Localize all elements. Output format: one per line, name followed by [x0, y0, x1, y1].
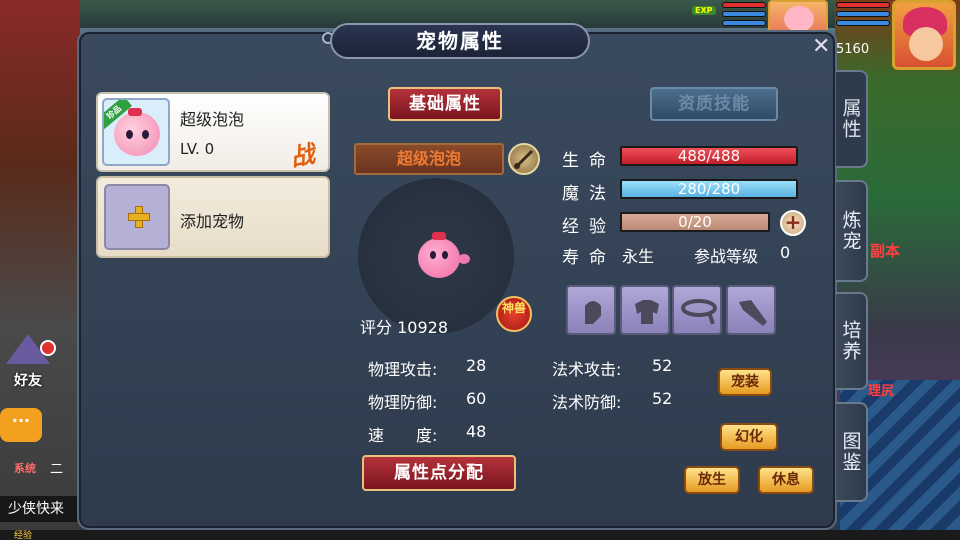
equip-slot-armor[interactable]: [620, 285, 670, 335]
pet-portrait[interactable]: [768, 0, 828, 34]
equip-slot-weapon[interactable]: [726, 285, 776, 335]
battle-status-mark: 战: [287, 139, 318, 173]
phys-def-value: 60: [466, 389, 487, 408]
friend-button[interactable]: 好友: [0, 334, 60, 392]
speed-value: 48: [466, 422, 487, 441]
add-exp-button[interactable]: +: [780, 210, 806, 236]
mag-def-label: 法术防御:: [552, 393, 622, 412]
hero-hp-bar: [836, 2, 890, 8]
rest-button[interactable]: 休息: [758, 466, 814, 494]
pet-score: 评分 10928: [360, 314, 448, 338]
tab-train[interactable]: 培养: [836, 292, 868, 390]
phys-atk-label: 物理攻击:: [368, 360, 438, 379]
close-button[interactable]: ✕: [812, 34, 830, 59]
brush-icon: [514, 149, 534, 169]
chat-bubble-icon[interactable]: ···: [0, 408, 42, 442]
system-tag: 系统: [14, 462, 36, 475]
phys-def-label: 物理防御:: [368, 393, 438, 412]
speed-label: 速 度:: [368, 426, 438, 445]
hero-portrait[interactable]: [892, 0, 956, 70]
exp-tag: EXP: [692, 6, 716, 15]
pet-list-item[interactable]: 珍品 超级泡泡 LV. 0 战: [96, 92, 330, 172]
exp-strip-label: 经验: [14, 531, 33, 540]
divine-beast-badge: 神兽: [496, 296, 532, 332]
pet-hp-bar: [722, 2, 766, 8]
pet-equip-button[interactable]: 宠装: [718, 368, 772, 396]
gold-count: 5160: [836, 42, 870, 57]
armor-icon: [635, 300, 659, 324]
score-value: 10928: [397, 318, 449, 337]
exp-strip: 经验: [0, 530, 960, 540]
tab-refine[interactable]: 炼宠: [836, 180, 868, 282]
release-button[interactable]: 放生: [684, 466, 740, 494]
combat-level-label: 参战等级: [694, 247, 759, 266]
chat-line[interactable]: 少侠快来: [0, 496, 78, 522]
lifespan-label: 寿命: [562, 248, 616, 268]
dialog-title: 宠物属性: [330, 23, 590, 59]
pet-thumbnail: 珍品: [102, 98, 170, 166]
add-pet-slot: [104, 184, 170, 250]
mag-atk-value: 52: [652, 356, 673, 375]
tab-basic-attributes[interactable]: 基础属性: [388, 87, 502, 121]
pet-name-bar: 超级泡泡: [354, 143, 504, 175]
hero-extra-bar: [836, 20, 890, 26]
equip-slot-collar[interactable]: [672, 285, 722, 335]
hp-bar: 488/488: [620, 146, 798, 166]
pet-mp-bar: [722, 11, 766, 17]
pet-extra-bar: [722, 20, 766, 26]
add-pet-label: 添加宠物: [180, 212, 245, 231]
tab-talent-skills[interactable]: 资质技能: [650, 87, 778, 121]
tab-handbook[interactable]: 图鉴: [836, 402, 868, 502]
background-scene-left: [0, 0, 80, 540]
mag-def-value: 52: [652, 389, 673, 408]
transform-button[interactable]: 幻化: [720, 423, 778, 451]
pet-list-level: LV. 0: [180, 140, 215, 158]
score-label: 评分: [360, 318, 393, 337]
sword-icon: [739, 300, 767, 326]
tab-attributes[interactable]: 属性: [836, 70, 868, 168]
pet-hud-bars: [722, 2, 766, 29]
exp-label: 经验: [562, 217, 616, 237]
hp-label: 生命: [562, 151, 616, 171]
map-label-dungeon: 副本: [870, 242, 901, 260]
mp-bar: 280/280: [620, 179, 798, 199]
rename-brush-button[interactable]: [508, 143, 540, 175]
friend-notification-dot: [40, 340, 56, 356]
collar-icon: [681, 299, 717, 325]
lifespan-value: 永生: [622, 247, 655, 266]
exp-bar: 0/20: [620, 212, 770, 232]
allocate-points-button[interactable]: 属性点分配: [362, 455, 516, 491]
phys-atk-value: 28: [466, 356, 487, 375]
combat-level-value: 0: [780, 243, 791, 262]
friend-label: 好友: [14, 373, 42, 389]
pet-sprite: [418, 232, 470, 278]
mp-label: 魔法: [562, 184, 616, 204]
add-pet-button[interactable]: 添加宠物: [96, 176, 330, 258]
hero-hud-bars: [836, 2, 890, 29]
map-label-place: 理尻: [868, 384, 895, 399]
pet-list-name: 超级泡泡: [180, 110, 245, 129]
helmet-icon: [585, 301, 601, 324]
equip-slot-helmet[interactable]: [566, 285, 616, 335]
system-text: 二: [50, 462, 64, 477]
mag-atk-label: 法术攻击:: [552, 360, 622, 379]
plus-icon: [128, 206, 150, 228]
hero-mp-bar: [836, 11, 890, 17]
